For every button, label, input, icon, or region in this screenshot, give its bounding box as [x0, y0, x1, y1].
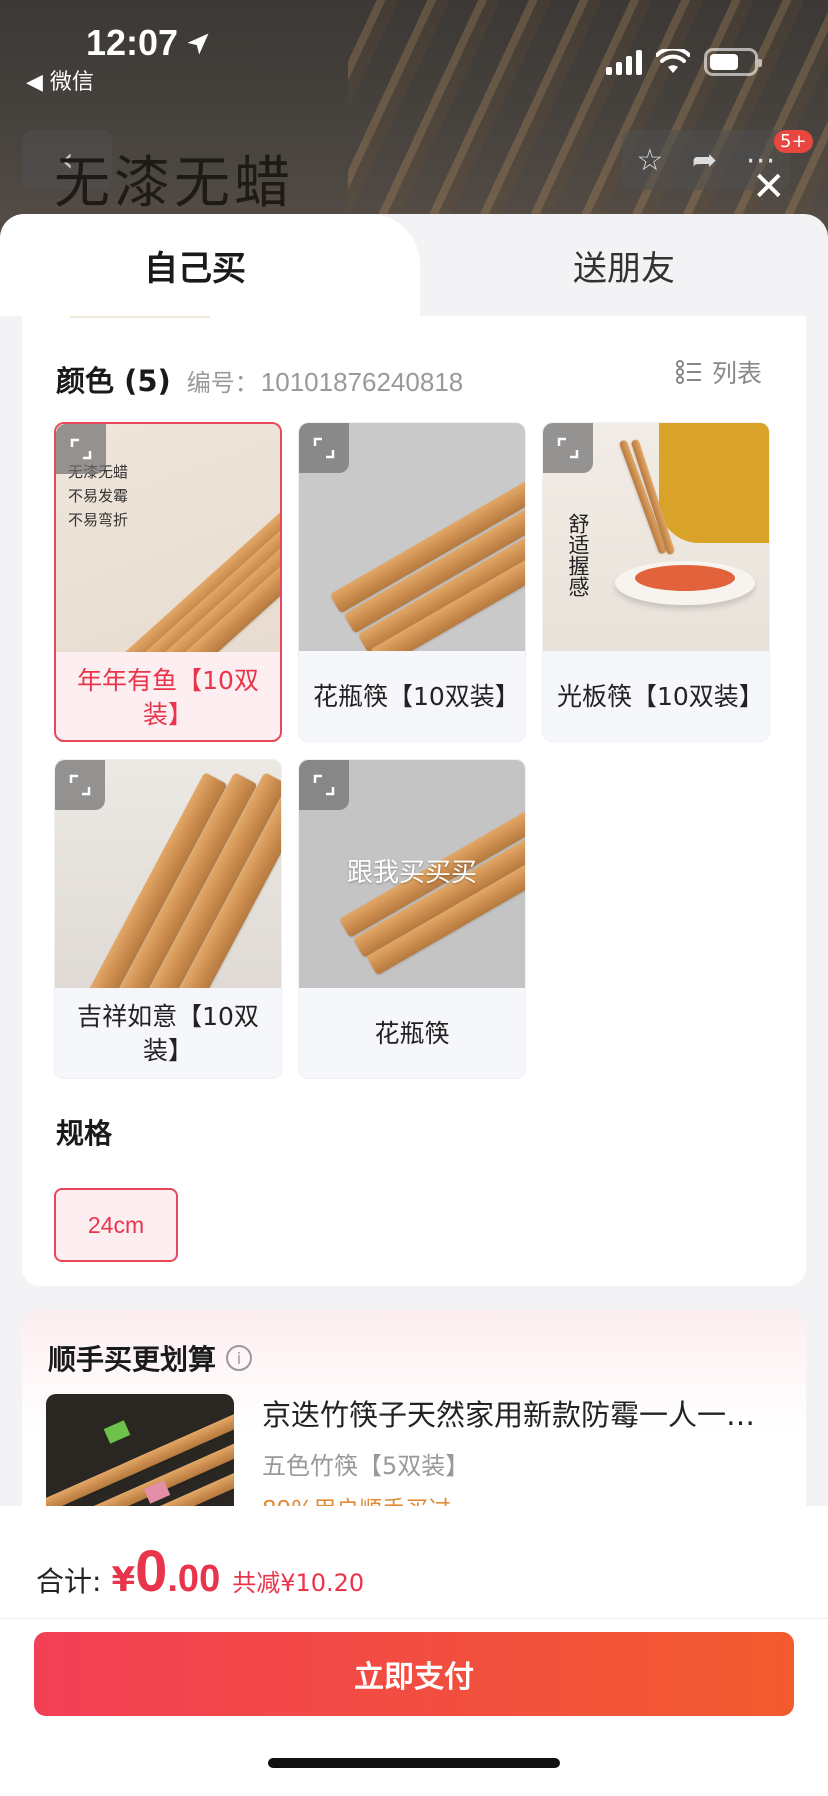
- tab-self[interactable]: 自己买: [0, 214, 420, 316]
- option-label: 光板筷【10双装】: [557, 682, 764, 711]
- list-toggle-label: 列表: [711, 359, 762, 388]
- image-watermark-text: 跟我买买买: [346, 858, 477, 888]
- options-panel: 颜色 (5) 编号： 10101876240818 列表 不易发霉 不易弯折 年…: [22, 316, 806, 1286]
- expand-icon[interactable]: [299, 423, 349, 473]
- code-label: 编号：: [186, 369, 259, 397]
- spec-option-24cm[interactable]: 24cm: [54, 1188, 178, 1262]
- currency-symbol: ¥: [111, 1560, 136, 1600]
- divider: [0, 1618, 828, 1619]
- product-code: 10101876240818: [260, 367, 464, 397]
- wifi-icon: [656, 49, 690, 73]
- option-label: 年年有鱼【10双装】: [77, 666, 259, 729]
- option-image: 舒适握感: [543, 423, 769, 651]
- expand-icon[interactable]: [299, 760, 349, 810]
- option-image: [299, 423, 525, 651]
- option-label: 花瓶筷【10双装】: [313, 682, 520, 711]
- status-time: 12:07: [86, 22, 179, 63]
- option-image: 无漆无蜡 不易发霉 不易弯折: [56, 424, 280, 652]
- color-option-ji-xiang-ru-yi[interactable]: 吉祥如意【10双装】: [54, 759, 282, 1079]
- purchase-sheet: 送朋友 自己买 颜色 (5) 编号： 10101876240818 列表 不易发…: [0, 214, 828, 1796]
- addon-title-text: 顺手买更划算: [48, 1343, 217, 1376]
- addon-title: 顺手买更划算 i: [48, 1338, 253, 1378]
- color-option-hua-ping-kuai[interactable]: 跟我买买买 花瓶筷: [298, 759, 526, 1079]
- option-image: [55, 760, 281, 988]
- color-title: 颜色 (5): [56, 364, 171, 398]
- purchase-tabs: 送朋友 自己买: [0, 214, 828, 316]
- color-option-hua-ping-kuai-10[interactable]: 花瓶筷【10双装】: [298, 422, 526, 742]
- pay-now-button[interactable]: 立即支付: [34, 1632, 794, 1716]
- share-icon[interactable]: ➦: [692, 143, 717, 178]
- expand-icon[interactable]: [56, 424, 106, 474]
- amount-integer: 0: [135, 1539, 168, 1604]
- message-badge: 5+: [774, 130, 813, 153]
- addon-variant: 五色竹筷【5双装】: [262, 1452, 470, 1480]
- amount-decimal: .00: [167, 1558, 221, 1600]
- back-to-wechat-link[interactable]: ◀ 微信: [26, 64, 94, 96]
- checkout-footer: 合计: ¥ 0 .00 共减¥10.20 立即支付: [0, 1506, 828, 1796]
- list-icon: [675, 360, 701, 384]
- divider: [70, 316, 210, 318]
- home-indicator: [268, 1758, 560, 1768]
- info-icon[interactable]: i: [226, 1345, 253, 1371]
- expand-icon[interactable]: [543, 423, 593, 473]
- color-options-grid: 无漆无蜡 不易发霉 不易弯折 年年有鱼【10双装】: [54, 422, 770, 1079]
- spec-title: 规格: [56, 1117, 113, 1150]
- status-icons: [606, 48, 762, 76]
- total-label: 合计:: [36, 1565, 102, 1598]
- star-icon[interactable]: ☆: [636, 143, 663, 178]
- addon-product-name[interactable]: 京迭竹筷子天然家用新款防霉一人一…: [262, 1392, 782, 1434]
- tab-gift[interactable]: 送朋友: [420, 214, 828, 316]
- color-option-guang-ban-kuai[interactable]: 舒适握感 光板筷【10双装】: [542, 422, 770, 742]
- expand-icon[interactable]: [55, 760, 105, 810]
- cellular-signal-icon: [606, 49, 642, 75]
- banner-title: 无漆无蜡: [54, 151, 294, 216]
- close-icon[interactable]: ✕: [752, 164, 786, 210]
- savings-text: 共减¥10.20: [232, 1569, 365, 1597]
- option-image: 跟我买买买: [299, 760, 525, 988]
- option-label: 吉祥如意【10双装】: [77, 1002, 259, 1065]
- list-view-toggle[interactable]: 列表: [675, 354, 762, 390]
- option-label: 花瓶筷: [374, 1019, 450, 1048]
- image-caption: 舒适握感: [566, 513, 590, 597]
- total-price: 合计: ¥ 0 .00 共减¥10.20: [36, 1538, 364, 1605]
- location-arrow-icon: [187, 33, 209, 55]
- color-header: 颜色 (5) 编号： 10101876240818: [56, 358, 463, 400]
- battery-icon: [704, 48, 762, 76]
- color-option-nian-nian-you-yu[interactable]: 无漆无蜡 不易发霉 不易弯折 年年有鱼【10双装】: [54, 422, 282, 742]
